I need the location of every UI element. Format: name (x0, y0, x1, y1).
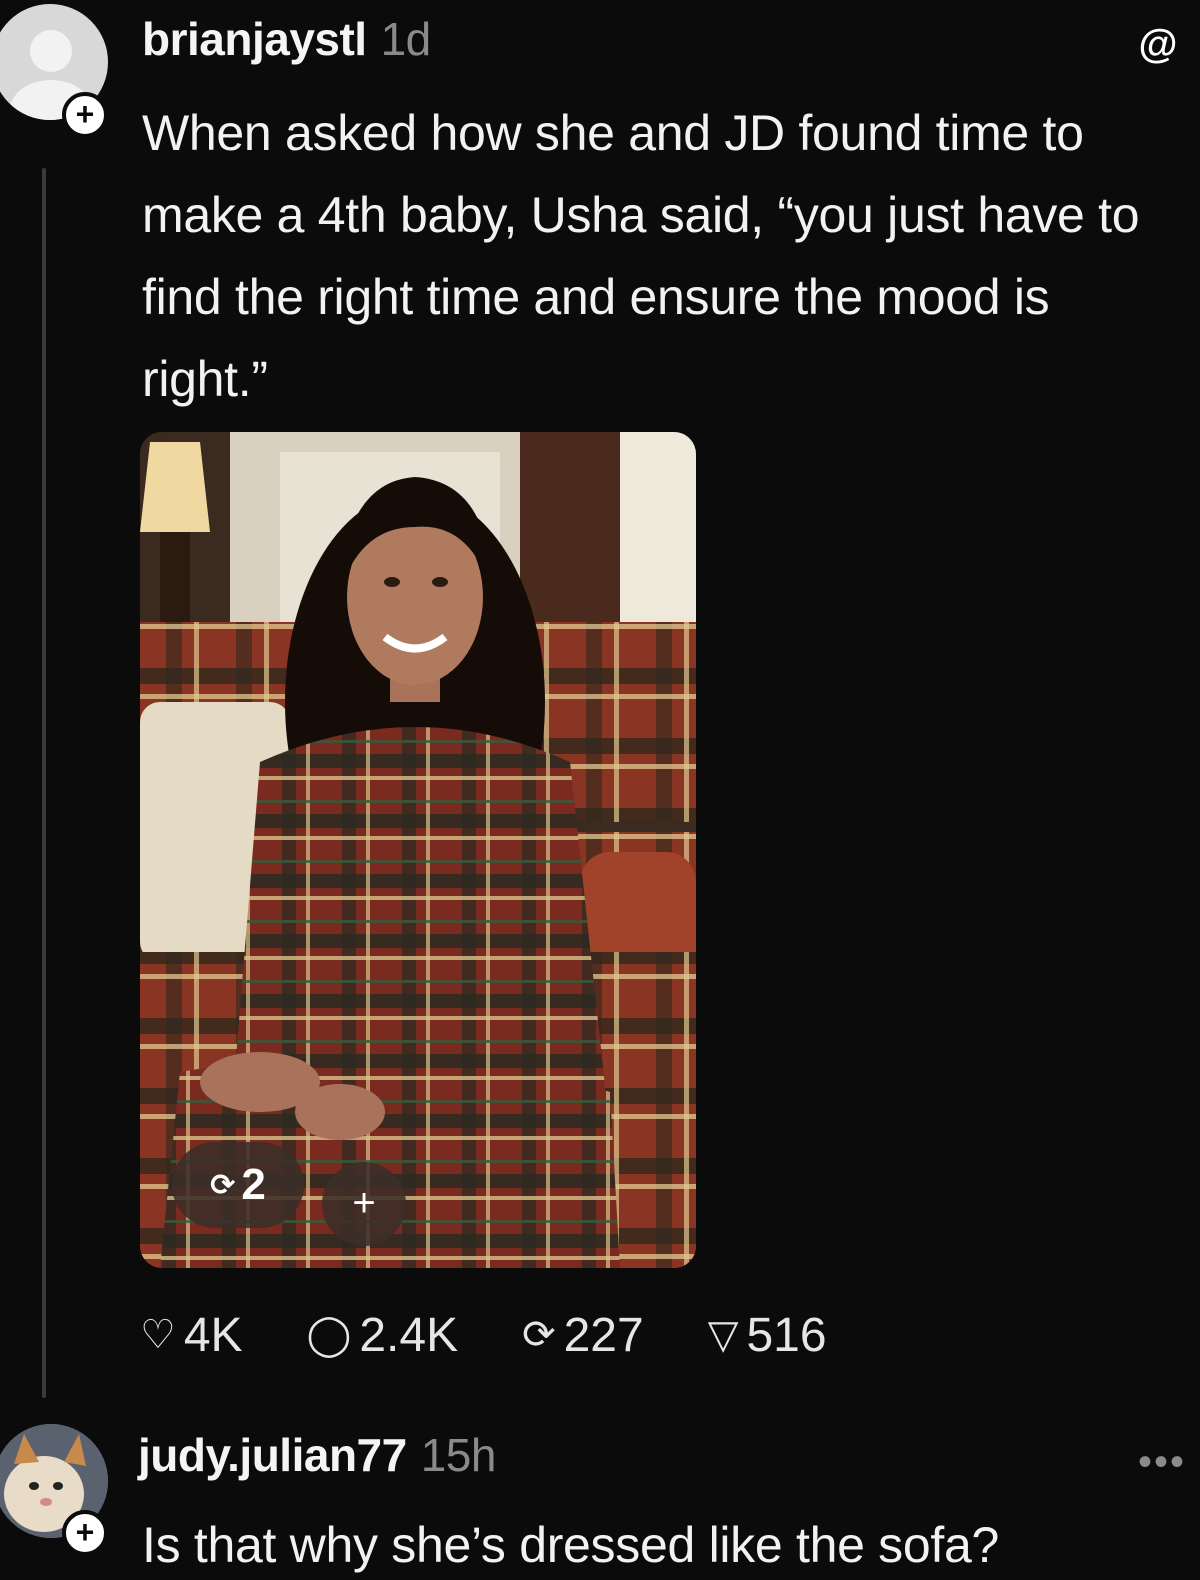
comment-count: 2.4K (359, 1308, 459, 1362)
heart-icon: ♡ (140, 1313, 176, 1357)
repost-icon: ⟳ (210, 1169, 236, 1202)
share-count: 516 (746, 1308, 827, 1362)
post-author[interactable]: brianjaystl 1d (142, 12, 431, 66)
post-actions: ♡ 4K ◯ 2.4K ⟳ 227 ▽ 516 (140, 1300, 891, 1370)
threads-logo-icon: @ (1138, 22, 1178, 66)
reply-text: Is that why she’s dressed like the sofa? (142, 1517, 999, 1573)
image-repost-count[interactable]: ⟳ 2 (172, 1142, 304, 1228)
like-count: 4K (183, 1308, 243, 1362)
comment-icon: ◯ (306, 1313, 352, 1357)
follow-button[interactable]: + (62, 92, 108, 138)
reply-author[interactable]: judy.julian77 15h (138, 1428, 496, 1482)
image-repost-value: 2 (241, 1160, 266, 1209)
repost-icon: ⟳ (522, 1313, 556, 1357)
avatar-placeholder-head (30, 30, 72, 72)
more-options-icon[interactable]: ••• (1138, 1440, 1186, 1485)
reply-timestamp: 15h (420, 1429, 497, 1481)
image-add-button[interactable]: + (322, 1162, 406, 1246)
share-button[interactable]: ▽ 516 (708, 1308, 827, 1363)
post-text: When asked how she and JD found time to … (142, 105, 1140, 407)
repost-count: 227 (563, 1308, 644, 1362)
repost-button[interactable]: ⟳ 227 (522, 1308, 644, 1363)
thread-line (42, 168, 46, 1398)
send-icon: ▽ (707, 1313, 739, 1357)
reply-username[interactable]: judy.julian77 (138, 1429, 407, 1481)
author-username[interactable]: brianjaystl (142, 13, 367, 65)
post-timestamp: 1d (380, 13, 432, 65)
like-button[interactable]: ♡ 4K (140, 1308, 243, 1363)
reply-follow-button[interactable]: + (62, 1510, 108, 1556)
comment-button[interactable]: ◯ 2.4K (307, 1308, 459, 1363)
